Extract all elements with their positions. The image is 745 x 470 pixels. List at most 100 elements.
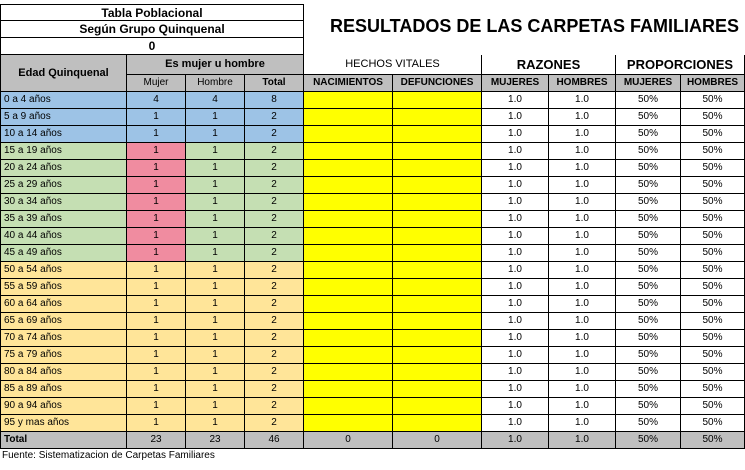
cell-defunciones	[393, 92, 482, 109]
cell-total: 2	[245, 160, 304, 177]
cell-total: 2	[245, 398, 304, 415]
total-defunciones: 0	[393, 432, 482, 449]
cell-nacimientos	[304, 143, 393, 160]
cell-nacimientos	[304, 177, 393, 194]
header-es-mujer-u-hombre: Es mujer u hombre	[127, 55, 304, 75]
cell-defunciones	[393, 398, 482, 415]
cell-razon-hombres: 1.0	[549, 262, 616, 279]
cell-prop-hombres: 50%	[681, 415, 745, 432]
cell-razon-hombres: 1.0	[549, 160, 616, 177]
cell-mujer: 1	[127, 126, 186, 143]
cell-defunciones	[393, 381, 482, 398]
header-razon-hombres: HOMBRES	[549, 75, 616, 92]
cell-nacimientos	[304, 330, 393, 347]
cell-prop-mujeres: 50%	[616, 194, 681, 211]
cell-mujer: 1	[127, 228, 186, 245]
cell-razon-hombres: 1.0	[549, 245, 616, 262]
total-total: 46	[245, 432, 304, 449]
cell-mujer: 1	[127, 364, 186, 381]
cell-razon-hombres: 1.0	[549, 92, 616, 109]
cell-razon-mujeres: 1.0	[482, 313, 549, 330]
cell-nacimientos	[304, 109, 393, 126]
header-hombre: Hombre	[186, 75, 245, 92]
cell-nacimientos	[304, 228, 393, 245]
cell-nacimientos	[304, 262, 393, 279]
cell-razon-hombres: 1.0	[549, 228, 616, 245]
cell-prop-mujeres: 50%	[616, 296, 681, 313]
cell-edad: 65 a 69 años	[0, 313, 127, 330]
cell-prop-hombres: 50%	[681, 177, 745, 194]
cell-hombre: 1	[186, 415, 245, 432]
source-note: Fuente: Sistematizacion de Carpetas Fami…	[2, 450, 215, 461]
cell-razon-mujeres: 1.0	[482, 347, 549, 364]
cell-edad: 25 a 29 años	[0, 177, 127, 194]
cell-prop-mujeres: 50%	[616, 126, 681, 143]
header-prop-hombres: HOMBRES	[681, 75, 745, 92]
cell-total: 8	[245, 92, 304, 109]
cell-prop-hombres: 50%	[681, 143, 745, 160]
cell-hombre: 1	[186, 398, 245, 415]
header-prop-mujeres: MUJERES	[616, 75, 681, 92]
cell-nacimientos	[304, 126, 393, 143]
cell-defunciones	[393, 296, 482, 313]
cell-defunciones	[393, 109, 482, 126]
total-mujer: 23	[127, 432, 186, 449]
cell-nacimientos	[304, 364, 393, 381]
cell-prop-mujeres: 50%	[616, 330, 681, 347]
cell-hombre: 1	[186, 330, 245, 347]
cell-razon-hombres: 1.0	[549, 109, 616, 126]
cell-total: 2	[245, 296, 304, 313]
cell-total: 2	[245, 126, 304, 143]
cell-hombre: 1	[186, 177, 245, 194]
cell-defunciones	[393, 262, 482, 279]
cell-defunciones	[393, 228, 482, 245]
cell-razon-hombres: 1.0	[549, 279, 616, 296]
cell-edad: 35 a 39 años	[0, 211, 127, 228]
cell-mujer: 1	[127, 262, 186, 279]
cell-nacimientos	[304, 211, 393, 228]
cell-hombre: 1	[186, 143, 245, 160]
cell-defunciones	[393, 313, 482, 330]
cell-defunciones	[393, 347, 482, 364]
cell-razon-hombres: 1.0	[549, 364, 616, 381]
total-prop-hombres: 50%	[681, 432, 745, 449]
cell-edad: 10 a 14 años	[0, 126, 127, 143]
header-hechos-vitales: HECHOS VITALES	[304, 55, 482, 75]
cell-nacimientos	[304, 296, 393, 313]
cell-prop-mujeres: 50%	[616, 381, 681, 398]
header-total: Total	[245, 75, 304, 92]
cell-total: 2	[245, 262, 304, 279]
cell-nacimientos	[304, 398, 393, 415]
cell-razon-mujeres: 1.0	[482, 143, 549, 160]
header-defunciones: DEFUNCIONES	[393, 75, 482, 92]
cell-razon-hombres: 1.0	[549, 126, 616, 143]
cell-razon-hombres: 1.0	[549, 143, 616, 160]
cell-mujer: 1	[127, 194, 186, 211]
cell-mujer: 1	[127, 330, 186, 347]
cell-razon-hombres: 1.0	[549, 296, 616, 313]
cell-hombre: 1	[186, 228, 245, 245]
cell-razon-mujeres: 1.0	[482, 415, 549, 432]
cell-prop-hombres: 50%	[681, 245, 745, 262]
cell-prop-hombres: 50%	[681, 347, 745, 364]
cell-edad: 80 a 84 años	[0, 364, 127, 381]
page-title: RESULTADOS DE LAS CARPETAS FAMILIARES	[330, 16, 740, 36]
cell-razon-mujeres: 1.0	[482, 126, 549, 143]
cell-edad: 50 a 54 años	[0, 262, 127, 279]
total-razon-mujeres: 1.0	[482, 432, 549, 449]
cell-total: 2	[245, 143, 304, 160]
cell-edad: 20 a 24 años	[0, 160, 127, 177]
cell-edad: 85 a 89 años	[0, 381, 127, 398]
cell-total: 2	[245, 245, 304, 262]
total-prop-mujeres: 50%	[616, 432, 681, 449]
cell-total: 2	[245, 364, 304, 381]
cell-mujer: 1	[127, 160, 186, 177]
cell-razon-mujeres: 1.0	[482, 228, 549, 245]
cell-hombre: 1	[186, 279, 245, 296]
cell-prop-hombres: 50%	[681, 262, 745, 279]
cell-prop-mujeres: 50%	[616, 245, 681, 262]
cell-prop-mujeres: 50%	[616, 177, 681, 194]
cell-edad: 70 a 74 años	[0, 330, 127, 347]
cell-hombre: 4	[186, 92, 245, 109]
cell-razon-mujeres: 1.0	[482, 245, 549, 262]
